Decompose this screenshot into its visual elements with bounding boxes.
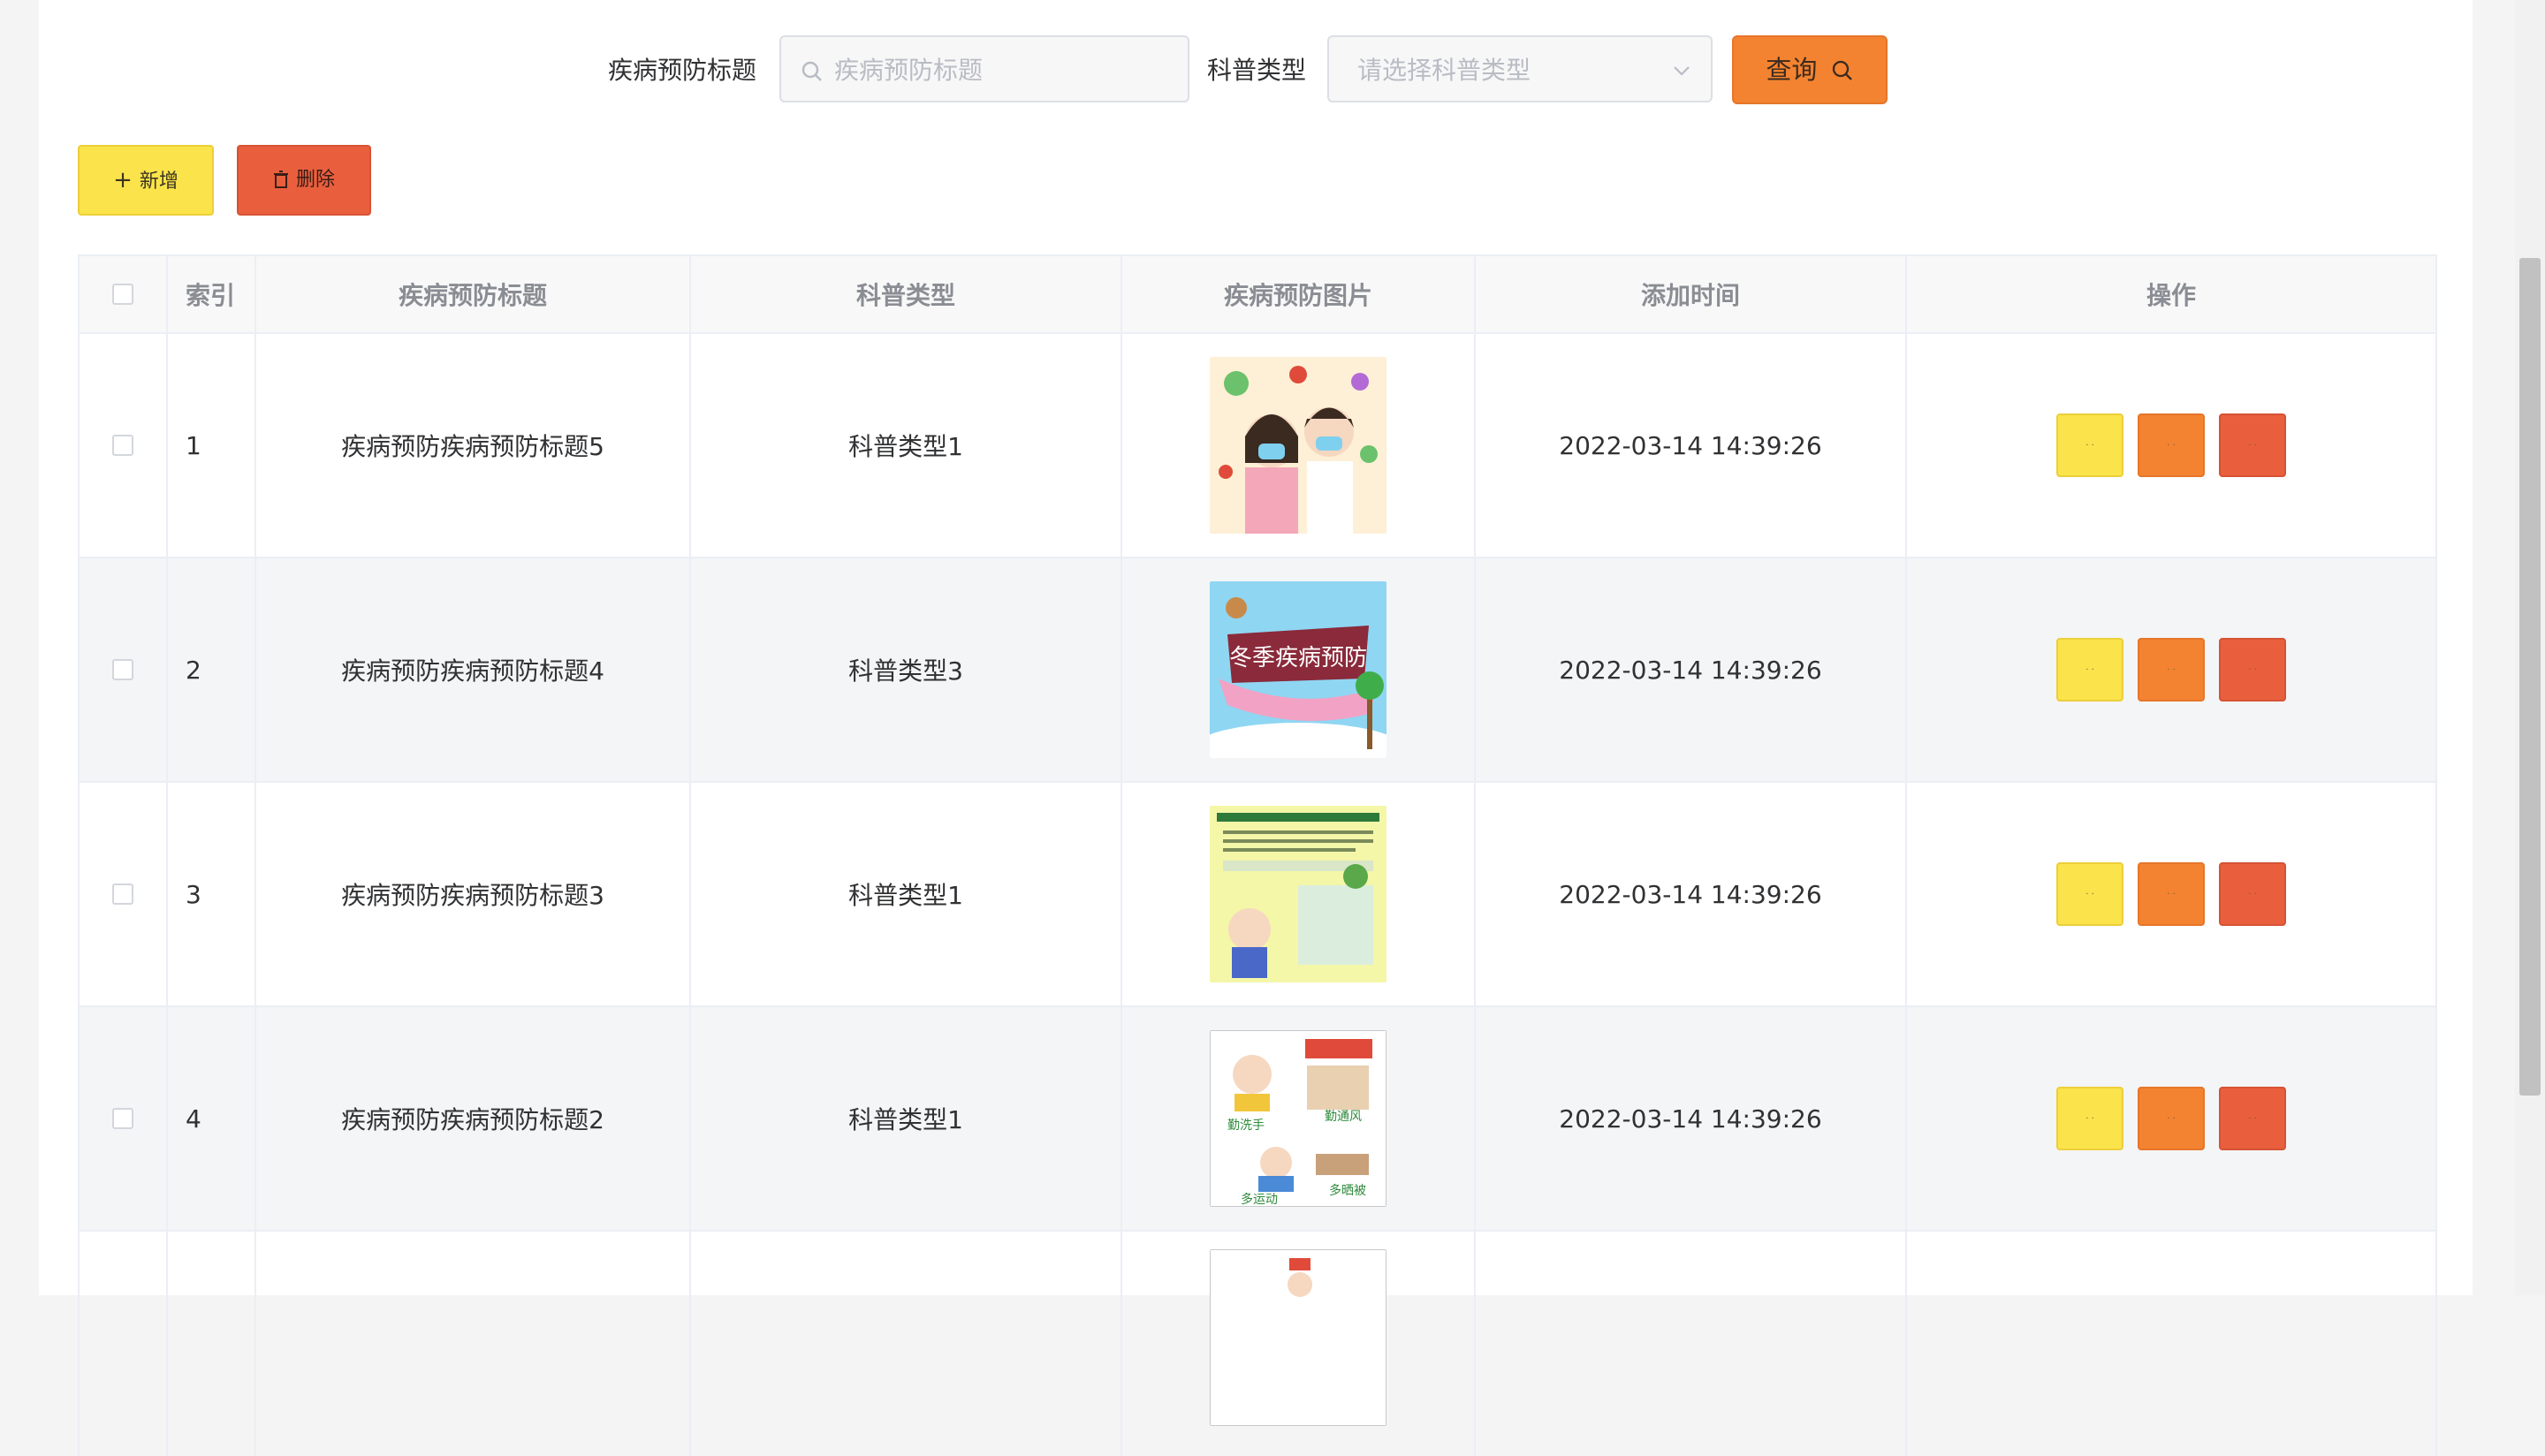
edit-button[interactable]: · · xyxy=(2138,638,2205,701)
header-type: 科普类型 xyxy=(689,256,1121,332)
table-header-row: 索引 疾病预防标题 科普类型 疾病预防图片 添加时间 操作 xyxy=(78,254,2437,334)
row-title: 疾病预防疾病预防标题2 xyxy=(254,1007,689,1230)
image-caption: 冬季疾病预防 xyxy=(1229,645,1367,671)
delete-row-button[interactable]: · · xyxy=(2219,862,2286,926)
row-select-cell xyxy=(78,1007,166,1230)
disease-prevention-image[interactable] xyxy=(1210,357,1386,534)
row-title: 疾病预防疾病预防标题5 xyxy=(254,334,689,557)
view-button[interactable]: · · xyxy=(2056,862,2123,926)
query-button[interactable]: 查询 xyxy=(1732,35,1888,104)
scrollbar-thumb[interactable] xyxy=(2519,258,2541,1096)
chevron-down-icon xyxy=(1674,66,1690,76)
row-time: 2022-03-14 14:39:26 xyxy=(1474,783,1905,1005)
delete-button[interactable]: 删除 xyxy=(237,145,371,216)
image-caption: 勤通风 xyxy=(1325,1110,1362,1124)
search-icon xyxy=(801,61,822,81)
view-button[interactable]: · · xyxy=(2056,413,2123,477)
header-title: 疾病预防标题 xyxy=(254,256,689,332)
table-row: 2 疾病预防疾病预防标题4 科普类型3 冬季疾病预防 2022-03-14 14… xyxy=(78,558,2437,783)
row-index xyxy=(166,1232,254,1456)
disease-prevention-image[interactable] xyxy=(1210,1249,1386,1426)
row-actions: · · · · · · xyxy=(1905,334,2437,557)
disease-prevention-image[interactable]: 冬季疾病预防 xyxy=(1210,581,1386,758)
row-image-cell xyxy=(1121,1232,1474,1456)
row-actions: · · · · · · xyxy=(1905,558,2437,781)
row-type: 科普类型1 xyxy=(689,334,1121,557)
row-checkbox[interactable] xyxy=(112,883,133,905)
edit-button[interactable]: · · xyxy=(2138,862,2205,926)
delete-button-label: 删除 xyxy=(295,169,335,191)
select-all-cell xyxy=(78,256,166,332)
image-caption: 多晒被 xyxy=(1329,1183,1366,1198)
type-select[interactable]: 请选择科普类型 xyxy=(1327,35,1713,102)
row-select-cell xyxy=(78,558,166,781)
row-image-cell xyxy=(1121,334,1474,557)
table-row: 4 疾病预防疾病预防标题2 科普类型1 勤洗手 勤通风 多运动 多晒被 2022… xyxy=(78,1007,2437,1232)
row-actions xyxy=(1905,1232,2437,1456)
row-index: 2 xyxy=(166,558,254,781)
image-caption: 多运动 xyxy=(1241,1192,1278,1207)
delete-row-button[interactable]: · · xyxy=(2219,638,2286,701)
disease-prevention-image[interactable] xyxy=(1210,806,1386,982)
edit-button[interactable]: · · xyxy=(2138,413,2205,477)
row-image-cell: 冬季疾病预防 xyxy=(1121,558,1474,781)
row-index: 4 xyxy=(166,1007,254,1230)
header-actions: 操作 xyxy=(1905,256,2437,332)
header-time: 添加时间 xyxy=(1474,256,1905,332)
row-time: 2022-03-14 14:39:26 xyxy=(1474,334,1905,557)
row-title: 疾病预防疾病预防标题3 xyxy=(254,783,689,1005)
row-select-cell xyxy=(78,334,166,557)
image-caption: 勤洗手 xyxy=(1227,1119,1265,1133)
title-search-input[interactable]: 疾病预防标题 xyxy=(779,35,1189,102)
delete-row-button[interactable]: · · xyxy=(2219,413,2286,477)
disease-prevention-image[interactable]: 勤洗手 勤通风 多运动 多晒被 xyxy=(1210,1030,1386,1207)
view-button[interactable]: · · xyxy=(2056,638,2123,701)
search-icon xyxy=(1832,60,1852,80)
search-bar: 疾病预防标题 疾病预防标题 科普类型 请选择科普类型 查询 xyxy=(0,35,2545,106)
table-row: 1 疾病预防疾病预防标题5 科普类型1 2022-03-14 14:39:26 … xyxy=(78,334,2437,558)
row-index: 1 xyxy=(166,334,254,557)
trash-icon xyxy=(273,171,288,188)
row-type xyxy=(689,1232,1121,1456)
row-checkbox[interactable] xyxy=(112,659,133,680)
header-image: 疾病预防图片 xyxy=(1121,256,1474,332)
row-type: 科普类型3 xyxy=(689,558,1121,781)
row-index: 3 xyxy=(166,783,254,1005)
query-button-label: 查询 xyxy=(1766,55,1818,85)
row-time xyxy=(1474,1232,1905,1456)
row-actions: · · · · · · xyxy=(1905,783,2437,1005)
table-row: 3 疾病预防疾病预防标题3 科普类型1 2022-03-14 14:39:26 … xyxy=(78,783,2437,1007)
row-actions: · · · · · · xyxy=(1905,1007,2437,1230)
row-image-cell: 勤洗手 勤通风 多运动 多晒被 xyxy=(1121,1007,1474,1230)
row-image-cell xyxy=(1121,783,1474,1005)
row-type: 科普类型1 xyxy=(689,783,1121,1005)
row-title: 疾病预防疾病预防标题4 xyxy=(254,558,689,781)
title-search-label: 疾病预防标题 xyxy=(608,56,757,85)
title-search-placeholder: 疾病预防标题 xyxy=(834,56,984,85)
edit-button[interactable]: · · xyxy=(2138,1087,2205,1150)
row-checkbox[interactable] xyxy=(112,435,133,456)
table-row xyxy=(78,1232,2437,1456)
row-time: 2022-03-14 14:39:26 xyxy=(1474,558,1905,781)
row-type: 科普类型1 xyxy=(689,1007,1121,1230)
row-checkbox[interactable] xyxy=(112,1108,133,1129)
add-button-label: 新增 xyxy=(139,171,179,193)
row-select-cell xyxy=(78,783,166,1005)
type-select-label: 科普类型 xyxy=(1207,56,1307,85)
header-index: 索引 xyxy=(166,256,254,332)
add-button[interactable]: + 新增 xyxy=(78,145,214,216)
delete-row-button[interactable]: · · xyxy=(2219,1087,2286,1150)
row-select-cell xyxy=(78,1232,166,1456)
row-time: 2022-03-14 14:39:26 xyxy=(1474,1007,1905,1230)
row-title xyxy=(254,1232,689,1456)
view-button[interactable]: · · xyxy=(2056,1087,2123,1150)
select-all-checkbox[interactable] xyxy=(112,284,133,305)
plus-icon: + xyxy=(113,167,133,193)
type-select-placeholder: 请选择科普类型 xyxy=(1357,56,1531,85)
